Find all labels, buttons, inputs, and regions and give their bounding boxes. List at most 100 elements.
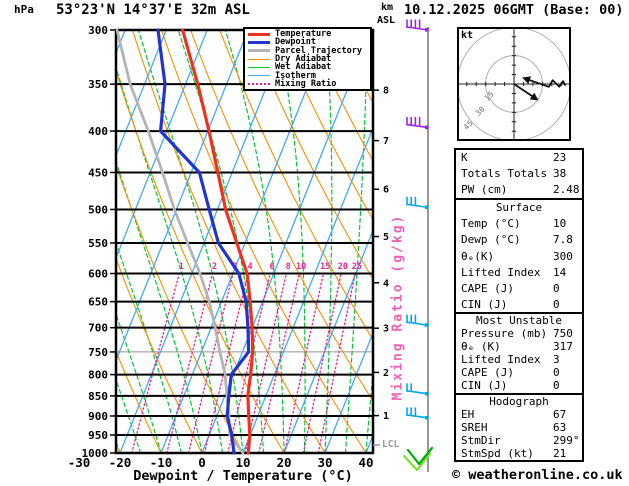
table-row: Totals Totals 38 bbox=[461, 166, 582, 182]
table-row-label: SREH bbox=[461, 420, 488, 434]
table-row: Dewp (°C) 7.8 bbox=[461, 232, 582, 248]
wind-barb-shaft bbox=[406, 390, 429, 395]
table-section-header: Most Unstable bbox=[475, 314, 563, 327]
table-row-label: CIN (J) bbox=[461, 297, 508, 311]
temp-tick-label: 40 bbox=[358, 455, 373, 470]
table-row: Pressure (mb) 750 bbox=[461, 327, 582, 340]
plot-border bbox=[114, 28, 375, 455]
table-row-value: 7.8 bbox=[553, 233, 573, 247]
wind-barb bbox=[406, 117, 429, 130]
pressure-label: 950 bbox=[88, 429, 108, 442]
table-row: SREH 63 bbox=[461, 421, 582, 434]
km-tick-label: 1 bbox=[383, 411, 389, 422]
legend-line-sample bbox=[248, 49, 270, 53]
legend-line-sample bbox=[248, 32, 270, 36]
table-row: Lifted Index 14 bbox=[461, 265, 582, 281]
wind-barb-dot bbox=[425, 125, 429, 130]
table-row-value: 14 bbox=[553, 265, 567, 279]
wind-barb-dot bbox=[425, 415, 429, 420]
table-row: θₑ(K) 300 bbox=[461, 249, 582, 265]
table-row: StmDir 299° bbox=[461, 434, 582, 447]
temp-tick-label: -20 bbox=[109, 455, 132, 470]
wind-barb bbox=[406, 19, 429, 32]
wind-barb-shaft bbox=[406, 123, 429, 129]
wet-adiabat-line bbox=[0, 30, 100, 453]
pressure-label: 650 bbox=[88, 296, 108, 309]
mixing-ratio-value-label: 10 bbox=[296, 262, 306, 272]
table-row-value: 300 bbox=[553, 249, 573, 263]
table-row-value: 0 bbox=[553, 379, 560, 393]
pressure-label: 300 bbox=[88, 24, 108, 37]
pressure-label: 400 bbox=[88, 125, 108, 138]
table-row-label: K bbox=[461, 151, 468, 164]
legend-label: Mixing Ratio bbox=[275, 78, 337, 89]
table-row-value: 3 bbox=[553, 353, 560, 367]
table-row-label: θₑ(K) bbox=[461, 249, 495, 263]
wind-barb-dot bbox=[425, 391, 429, 396]
run-datetime-title: 10.12.2025 06GMT (Base: 00) bbox=[404, 2, 624, 18]
pressure-label: 800 bbox=[88, 369, 108, 382]
table-section: Surface Temp (°C) 10 Dewp (°C) 7.8 θₑ(K) 300 Li… bbox=[456, 198, 582, 313]
wet-adiabat-line bbox=[117, 380, 141, 452]
wet-adiabat-line bbox=[177, 31, 265, 452]
wind-barb-dot bbox=[425, 28, 429, 32]
wind-barb-dot bbox=[425, 205, 429, 209]
mixing-ratio-value-label: 8 bbox=[286, 262, 291, 272]
dry-adiabat-line bbox=[0, 30, 79, 453]
wind-barb bbox=[406, 383, 429, 396]
table-row-label: Pressure (mb) bbox=[461, 327, 548, 341]
km-tick-label: 4 bbox=[383, 278, 389, 289]
footer-credit: © weatheronline.co.uk bbox=[452, 467, 623, 483]
sounding-page: 300 350 400 450 500 550 600 650 700 750 800 850 900 9… bbox=[0, 0, 629, 486]
table-row-label: Lifted Index bbox=[461, 353, 541, 367]
km-tick-label: 6 bbox=[383, 185, 389, 196]
table-row-label: CAPE (J) bbox=[461, 281, 514, 295]
table-row-value: 299° bbox=[553, 433, 580, 447]
pressure-label: 750 bbox=[88, 346, 108, 359]
wind-barb bbox=[406, 314, 429, 327]
pressure-unit-label: hPa bbox=[14, 3, 34, 16]
table-section-header: Surface bbox=[495, 201, 543, 215]
dry-adiabat-line bbox=[219, 31, 372, 339]
table-section: Hodograph EH 67 SREH 63 StmDir 299° StmSpd (kt)… bbox=[456, 392, 582, 460]
legend-item: Mixing Ratio bbox=[248, 80, 370, 88]
table-row-label: θₑ (K) bbox=[461, 340, 501, 354]
dry-adiabat-line bbox=[0, 30, 38, 453]
wind-barb-shaft bbox=[406, 321, 429, 326]
km-tick-label: 2 bbox=[383, 368, 389, 379]
table-row-label: CIN (J) bbox=[461, 379, 508, 393]
mixing-ratio-value-label: 2 bbox=[212, 262, 217, 272]
table-row-value: 750 bbox=[553, 327, 573, 341]
wind-barb-shaft bbox=[406, 26, 429, 31]
table-row: CIN (J) 0 bbox=[461, 297, 582, 313]
table-row-label: StmSpd (kt) bbox=[461, 446, 534, 460]
km-tick-label: 3 bbox=[383, 324, 389, 335]
table-row: CIN (J) 0 bbox=[461, 379, 582, 392]
km-tick-label: 7 bbox=[383, 136, 389, 147]
table-row-value: 10 bbox=[553, 217, 567, 231]
hodograph-unit-label: kt bbox=[461, 30, 474, 41]
legend-line-sample bbox=[248, 75, 270, 77]
table-row-label: Lifted Index bbox=[461, 265, 541, 279]
table-row: Temp (°C) 10 bbox=[461, 216, 582, 232]
table-row-value: 317 bbox=[553, 340, 573, 354]
mixing-ratio-value-label: 25 bbox=[352, 262, 362, 272]
station-title: 53°23'N 14°37'E 32m ASL bbox=[56, 2, 250, 18]
dry-adiabat-line bbox=[598, 30, 629, 453]
altitude-unit-km-label: km bbox=[381, 2, 394, 13]
indices-panel-bottom: Most Unstable Pressure (mb) 750 θₑ (K) 317 Li… bbox=[454, 312, 584, 463]
wet-adiabat-line bbox=[276, 31, 306, 452]
table-row-value: 38 bbox=[553, 167, 567, 181]
wind-barb-shaft bbox=[406, 203, 429, 209]
table-row-value: 2.48 bbox=[553, 183, 580, 197]
wind-barb-shaft bbox=[406, 414, 429, 419]
pressure-label: 700 bbox=[88, 322, 108, 335]
wind-barb bbox=[406, 407, 429, 420]
table-row: CAPE (J) 0 bbox=[461, 366, 582, 379]
pressure-label: 900 bbox=[88, 410, 108, 423]
table-row: CAPE (J) 0 bbox=[461, 281, 582, 297]
table-row-label: Dewp (°C) bbox=[461, 233, 521, 247]
lcl-label: LCL bbox=[382, 439, 400, 450]
wet-adiabat-line bbox=[225, 31, 285, 452]
table-row-label: EH bbox=[461, 407, 475, 421]
